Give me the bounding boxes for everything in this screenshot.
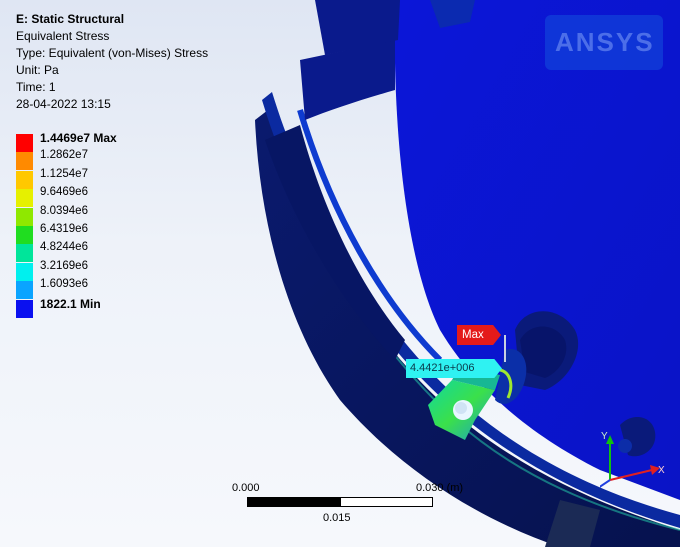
result-name: Equivalent Stress [16,29,110,43]
scale-bar-black-segment [247,497,340,507]
scale-label-mid: 0.015 [323,512,351,524]
legend-color-3 [16,189,33,208]
legend-color-9 [16,299,33,318]
legend-label-2: 1.1254e7 [40,167,88,180]
legend-color-8 [16,281,33,300]
max-probe-label[interactable]: Max [457,325,501,345]
legend-color-4 [16,207,33,226]
scale-bar [247,497,433,507]
result-type: Type: Equivalent (von-Mises) Stress [16,46,209,60]
legend-color-1 [16,152,33,171]
legend-label-4: 8.0394e6 [40,204,88,217]
legend-color-5 [16,226,33,244]
scale-label-right: 0.030 (m) [416,482,464,494]
model-geometry[interactable] [0,0,680,547]
graphics-viewport[interactable]: ANSYS E: Static Structural Equivalent St… [0,0,680,547]
legend-label-1: 1.2862e7 [40,149,88,162]
legend-label-9: 1822.1 Min [40,296,101,311]
legend-color-2 [16,170,33,189]
legend-label-5: 6.4319e6 [40,223,88,235]
legend-color-7 [16,262,33,281]
result-unit: Unit: Pa [16,63,59,77]
legend-label-3: 9.6469e6 [40,186,88,199]
legend-label-7: 3.2169e6 [40,259,88,272]
coordinate-triad[interactable] [600,430,670,490]
result-time: Time: 1 [16,80,56,94]
legend-label-8: 1.6093e6 [40,278,88,291]
legend-label-6: 4.8244e6 [40,241,88,254]
analysis-title: E: Static Structural [16,12,125,26]
value-probe-label[interactable]: 4.4421e+006 [406,359,502,378]
legend-color-6 [16,244,33,263]
scale-label-left: 0.000 [232,482,260,494]
triad-y-label: Y [601,431,608,442]
legend-color-0 [16,134,33,152]
legend-label-0: 1.4469e7 Max [40,131,117,145]
ansys-watermark: ANSYS [545,15,663,70]
triad-x-label: X [658,465,665,476]
scale-bar-white-segment [340,497,433,507]
result-date: 28-04-2022 13:15 [16,97,111,111]
